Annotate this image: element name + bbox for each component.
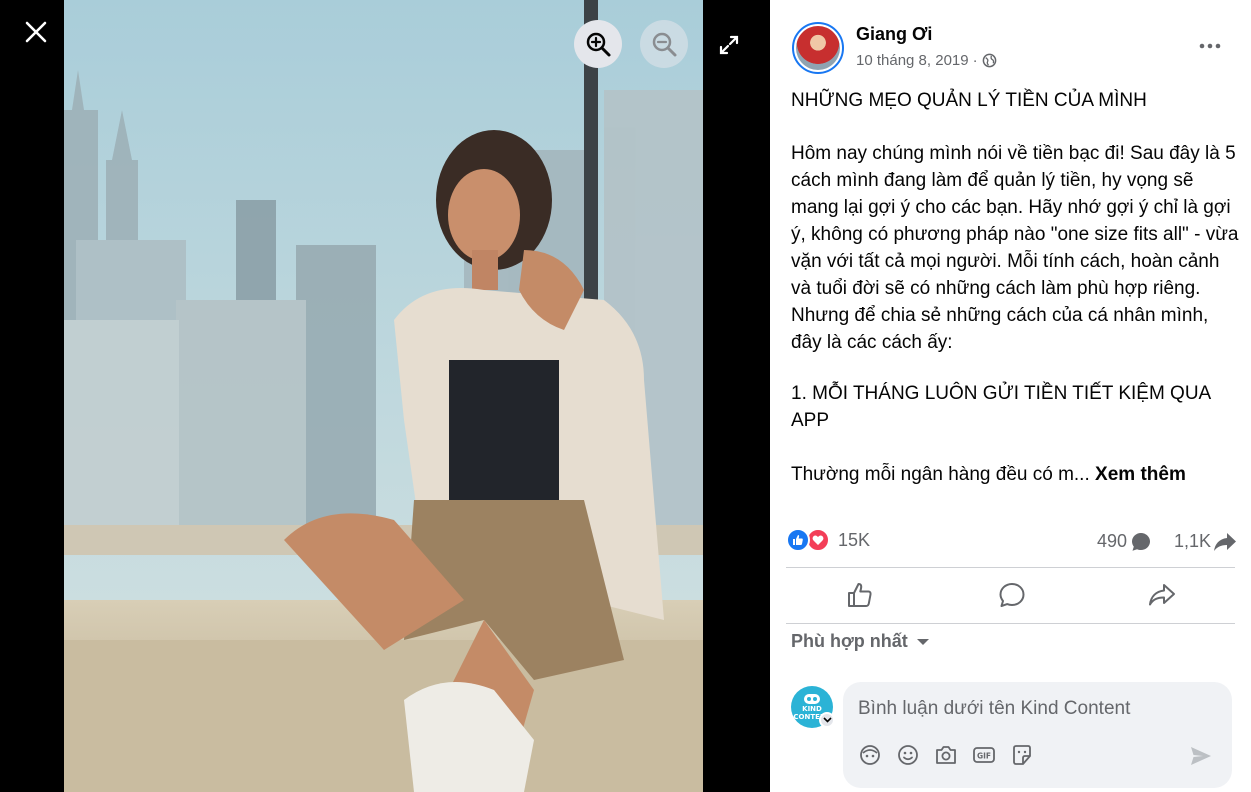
see-more-link[interactable]: Xem thêm [1095,464,1186,485]
zoom-out-icon [652,32,677,57]
zoom-out-button[interactable] [640,20,688,68]
comment-count[interactable]: 490 [1097,531,1151,552]
post-date[interactable]: 10 tháng 8, 2019 [856,52,969,69]
sticker-icon [1013,745,1031,765]
share-arrow-icon [1214,532,1237,551]
photo-button[interactable] [933,742,959,768]
chevron-down-icon [822,717,832,723]
send-button[interactable] [1187,742,1215,770]
author-avatar[interactable] [792,22,844,74]
like-reaction-icon [786,528,810,552]
comment-input[interactable] [858,696,1218,722]
meta-separator: · [972,52,978,69]
sticker-button[interactable] [1009,742,1035,768]
more-options-button[interactable] [1192,34,1228,58]
gif-icon: GIF [973,747,995,763]
reaction-count: 15K [838,529,871,550]
post-photo [64,0,703,792]
post-panel: Giang Ơi 10 tháng 8, 2019 · NHỮNG MẸO QU… [770,0,1251,792]
divider [786,623,1235,624]
reactions-summary[interactable]: 15K [786,528,870,552]
share-count-value: 1,1K [1174,531,1212,551]
photo-illustration [64,0,703,792]
truncated-text: Thường mỗi ngân hàng đều có m... [791,464,1090,485]
comment-composer: GIF [843,682,1232,788]
brand-text-top: KIND [802,705,822,713]
gif-button[interactable]: GIF [971,742,997,768]
sort-label: Phù hợp nhất [791,631,908,651]
post-truncated-text: Thường mỗi ngân hàng đều có m... Xem thê… [791,461,1243,488]
svg-text:GIF: GIF [977,752,991,761]
comment-sort-dropdown[interactable]: Phù hợp nhất [791,631,930,652]
divider [786,567,1235,568]
post-list-item: 1. MỖI THÁNG LUÔN GỬI TIỀN TIẾT KIỆM QUA… [791,383,1211,431]
post-meta: 10 tháng 8, 2019 · [856,52,997,69]
comment-bubble-icon [1132,532,1151,551]
globe-icon [982,53,996,68]
photo-viewer [0,0,770,792]
comment-button[interactable] [942,573,1082,617]
comment-tools: GIF [857,742,1035,768]
emoji-icon [898,745,918,765]
brand-mascot-icon [804,694,820,704]
send-icon [1191,747,1211,765]
avatar-sticker-button[interactable] [857,742,883,768]
fullscreen-icon [719,35,739,55]
comment-count-value: 490 [1097,531,1128,551]
close-icon [25,21,47,43]
more-icon [1199,43,1221,49]
emoji-button[interactable] [895,742,921,768]
avatar-sticker-icon [860,745,880,765]
like-button[interactable] [790,573,930,617]
camera-icon [936,746,956,764]
author-name[interactable]: Giang Ơi [856,24,932,45]
post-title: NHỮNG MẸO QUẢN LÝ TIỀN CỦA MÌNH [791,90,1147,111]
close-button[interactable] [20,16,52,48]
share-button[interactable] [1092,573,1232,617]
caret-down-icon [916,638,929,645]
comment-icon [999,583,1025,607]
zoom-in-button[interactable] [574,20,622,68]
share-count[interactable]: 1,1K [1174,531,1237,552]
zoom-in-icon [586,32,611,57]
share-icon [1149,584,1175,606]
post-body: Hôm nay chúng mình nói về tiền bạc đi! S… [791,143,1239,353]
switch-profile-button[interactable] [819,712,835,728]
like-icon [848,583,872,607]
fullscreen-button[interactable] [712,28,746,62]
